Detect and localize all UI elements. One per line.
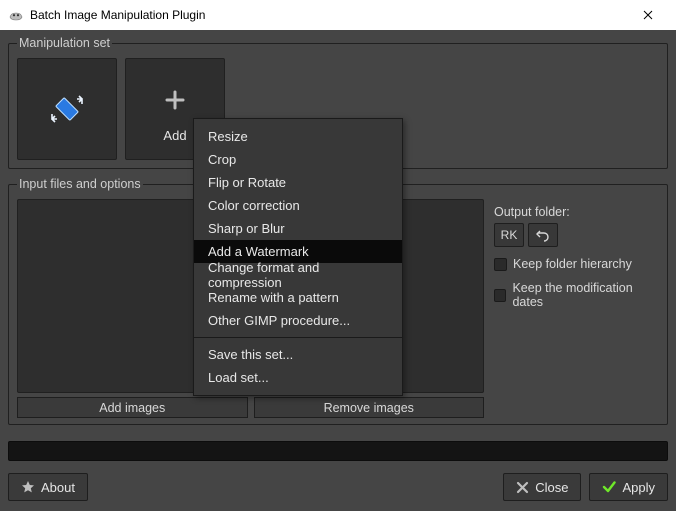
close-icon — [516, 481, 529, 494]
undo-icon — [536, 228, 550, 242]
star-icon — [21, 480, 35, 494]
keep-folder-label: Keep folder hierarchy — [513, 257, 632, 271]
menu-item[interactable]: Change format and compression — [194, 263, 402, 286]
menu-item[interactable]: Flip or Rotate — [194, 171, 402, 194]
menu-item[interactable]: Color correction — [194, 194, 402, 217]
rotate-icon — [49, 85, 85, 133]
output-folder-field[interactable]: RK — [494, 223, 524, 247]
menu-item-load[interactable]: Load set... — [194, 366, 402, 389]
keep-dates-label: Keep the modification dates — [512, 281, 659, 309]
plus-icon — [164, 76, 186, 124]
close-button[interactable]: Close — [503, 473, 581, 501]
add-manipulation-menu[interactable]: ResizeCropFlip or RotateColor correction… — [193, 118, 403, 396]
menu-item[interactable]: Sharp or Blur — [194, 217, 402, 240]
apply-button[interactable]: Apply — [589, 473, 668, 501]
menu-separator — [194, 337, 402, 338]
window-close-button[interactable] — [628, 0, 668, 30]
about-button[interactable]: About — [8, 473, 88, 501]
app-icon — [8, 7, 24, 23]
titlebar: Batch Image Manipulation Plugin — [0, 0, 676, 30]
keep-folder-checkbox[interactable] — [494, 258, 507, 271]
apply-label: Apply — [622, 480, 655, 495]
footer: About Close Apply — [0, 461, 676, 509]
manipulation-set-legend: Manipulation set — [17, 36, 112, 50]
menu-item[interactable]: Crop — [194, 148, 402, 171]
output-folder-label: Output folder: — [494, 205, 659, 219]
menu-item[interactable]: Other GIMP procedure... — [194, 309, 402, 332]
add-images-button[interactable]: Add images — [17, 397, 248, 418]
menu-item-save[interactable]: Save this set... — [194, 343, 402, 366]
add-manipulation-label: Add — [163, 128, 186, 143]
progress-bar — [8, 441, 668, 461]
close-icon — [643, 10, 653, 20]
close-label: Close — [535, 480, 568, 495]
remove-images-button[interactable]: Remove images — [254, 397, 485, 418]
about-label: About — [41, 480, 75, 495]
menu-item[interactable]: Resize — [194, 125, 402, 148]
output-folder-browse-button[interactable] — [528, 223, 558, 247]
manipulation-tile[interactable] — [17, 58, 117, 160]
keep-dates-checkbox[interactable] — [494, 289, 506, 302]
check-icon — [602, 480, 616, 494]
input-files-legend: Input files and options — [17, 177, 143, 191]
window-title: Batch Image Manipulation Plugin — [30, 8, 628, 22]
